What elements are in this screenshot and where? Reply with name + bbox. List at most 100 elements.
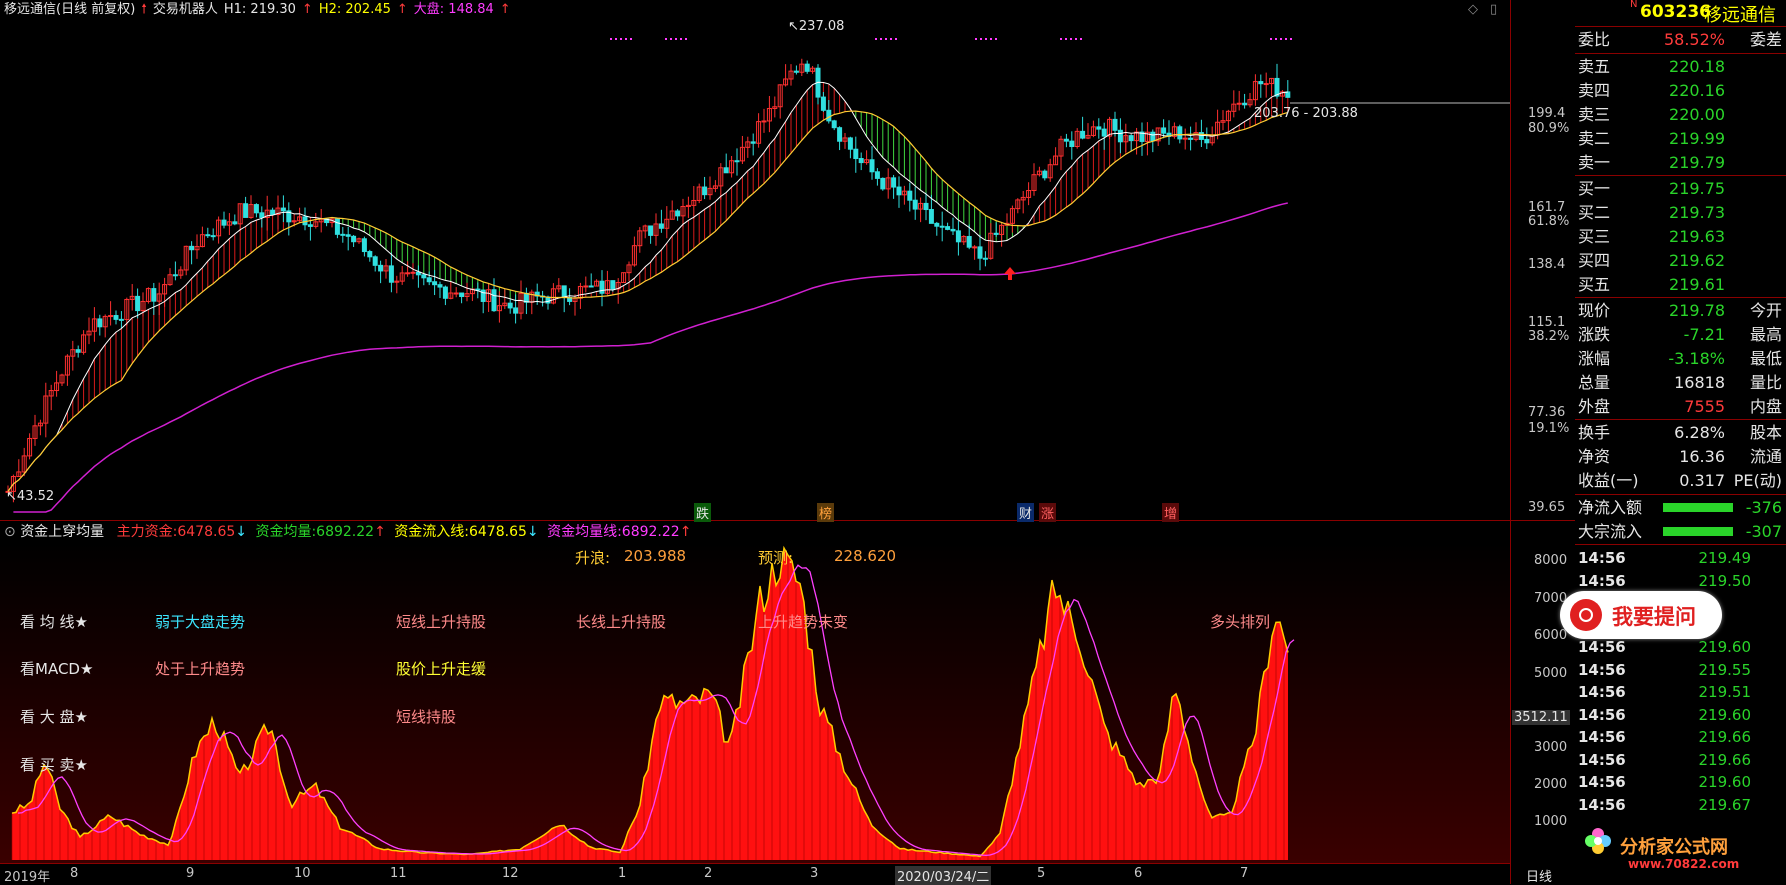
candle-body — [1263, 83, 1269, 86]
ma-short-line — [7, 81, 1288, 492]
candle-body — [1161, 127, 1167, 134]
candle-body — [307, 224, 313, 227]
view-macd-button[interactable]: 看MACD★ — [20, 658, 93, 679]
ind-tick: 8000 — [1534, 553, 1568, 568]
price-tick: 199.4 — [1528, 106, 1566, 121]
candle-body — [334, 218, 340, 235]
candle-body — [1204, 138, 1210, 144]
candle-body — [513, 307, 519, 314]
stat-row: 总量 16818 量比 — [1575, 371, 1786, 395]
signal-dot — [675, 38, 677, 40]
yuce-value: 228.620 — [834, 547, 897, 565]
candle-body — [253, 204, 259, 214]
zhuli-label: 主力资金: — [116, 524, 178, 540]
cursor-date: 2020/03/24/二 — [895, 866, 992, 885]
candle-body — [367, 251, 373, 258]
tick-row: 14:56 219.60 — [1575, 703, 1786, 727]
candle-body — [372, 256, 378, 266]
candle-body — [113, 315, 119, 320]
candle-body — [853, 148, 859, 160]
buy-row[interactable]: 买三 219.63 — [1575, 225, 1786, 249]
candle-body — [1188, 137, 1194, 140]
event-tag[interactable]: 跌 — [694, 503, 712, 522]
tick-row: 14:56 219.66 — [1575, 725, 1786, 749]
ask-question-button[interactable]: 我要提问 — [1560, 591, 1722, 639]
price-tick: 80.9% — [1528, 121, 1570, 136]
stat-value: 16.36 — [1679, 447, 1725, 466]
signal-dot — [890, 38, 892, 40]
candle-body — [648, 225, 654, 236]
candle-body — [426, 277, 432, 283]
candle-body — [442, 286, 448, 299]
candle-body — [831, 120, 837, 129]
zhuli-value: 6478.65 — [177, 524, 236, 540]
period-selector[interactable]: 日线 — [1526, 866, 1552, 885]
down-arrow-icon: ↓ — [235, 524, 247, 540]
candle-body — [491, 289, 497, 312]
low-annotation: ↖43.52 — [6, 489, 55, 504]
indicator-chart[interactable] — [0, 543, 1510, 863]
price-tick: 138.4 — [1528, 257, 1566, 272]
tick-price: 219.60 — [1698, 773, 1752, 791]
sell-row[interactable]: 卖一 219.79 — [1575, 151, 1786, 175]
indicator-name[interactable]: 资金上穿均量 — [20, 524, 104, 540]
sell-row[interactable]: 卖二 219.99 — [1575, 127, 1786, 151]
stat-label2: 今开 — [1749, 301, 1782, 320]
candle-body — [1274, 77, 1280, 97]
buy-row[interactable]: 买一 219.75 — [1575, 177, 1786, 201]
sell-label: 卖四 — [1578, 81, 1611, 100]
stat-value: 219.78 — [1669, 301, 1725, 320]
date-tick: 9 — [186, 866, 195, 881]
buy-row[interactable]: 买五 219.61 — [1575, 273, 1786, 297]
stat-row: 换手 6.28% 股本 — [1575, 421, 1786, 445]
candle-body — [210, 235, 216, 238]
flow-row: 大宗流入 -307 — [1575, 520, 1786, 544]
axis-divider — [1510, 0, 1511, 884]
kline-chart[interactable] — [0, 20, 1512, 520]
stat-label: 净资 — [1578, 447, 1611, 466]
stat-label2: 股本 — [1749, 423, 1782, 442]
signal-dot — [625, 38, 627, 40]
candle-body — [118, 318, 124, 321]
fund-area — [12, 548, 1288, 860]
sell-row[interactable]: 卖五 220.18 — [1575, 55, 1786, 79]
candle-body — [410, 271, 416, 274]
signal-dot — [1275, 38, 1277, 40]
view-market-button[interactable]: 看 大 盘★ — [20, 706, 88, 727]
tick-time: 14:56 — [1578, 660, 1626, 679]
signal-text: 弱于大盘走势 — [155, 613, 246, 631]
event-tag[interactable]: 涨 — [1039, 503, 1057, 522]
sell-price: 219.79 — [1669, 153, 1725, 172]
view-trade-button[interactable]: 看 买 卖★ — [20, 754, 88, 775]
candle-body — [1242, 102, 1248, 106]
candle-body — [75, 349, 81, 353]
quote-panel: N 603236 移远通信 委比 58.52% 委差 卖五 220.18 卖四 220… — [1575, 0, 1786, 884]
event-tag[interactable]: 增 — [1162, 503, 1180, 522]
stock-name: 移远通信 — [1704, 5, 1776, 26]
buy-row[interactable]: 买二 219.73 — [1575, 201, 1786, 225]
signal-text: 短线持股 — [396, 708, 457, 726]
view-ma-button[interactable]: 看 均 线★ — [20, 611, 88, 632]
event-tag[interactable]: 财 — [1017, 503, 1035, 522]
candle-body — [243, 203, 249, 218]
signal-dot — [1075, 38, 1077, 40]
range-annotation: 203.76 - 203.88 — [1254, 106, 1358, 121]
stat-label: 总量 — [1578, 373, 1611, 392]
flow-row: 净流入额 -376 — [1575, 496, 1786, 520]
candle-body — [561, 285, 567, 299]
candle-body — [1096, 126, 1102, 130]
candle-body — [340, 233, 346, 236]
up-arrow-icon: 🠕 — [141, 2, 147, 17]
window-icon[interactable]: ▯ — [1490, 2, 1497, 17]
sell-row[interactable]: 卖四 220.16 — [1575, 79, 1786, 103]
sell-row[interactable]: 卖三 220.00 — [1575, 103, 1786, 127]
collapse-icon[interactable]: ⊙ — [4, 524, 16, 540]
trade-robot-label[interactable]: 交易机器人 — [153, 2, 218, 17]
tick-row: 14:56 219.50 — [1575, 569, 1786, 593]
diamond-icon[interactable]: ◇ — [1468, 2, 1478, 17]
event-tag[interactable]: 榜 — [817, 503, 835, 522]
tick-time: 14:56 — [1578, 705, 1626, 724]
flow-label: 净流入额 — [1578, 498, 1643, 517]
tick-price: 219.66 — [1698, 728, 1752, 746]
buy-row[interactable]: 买四 219.62 — [1575, 249, 1786, 273]
